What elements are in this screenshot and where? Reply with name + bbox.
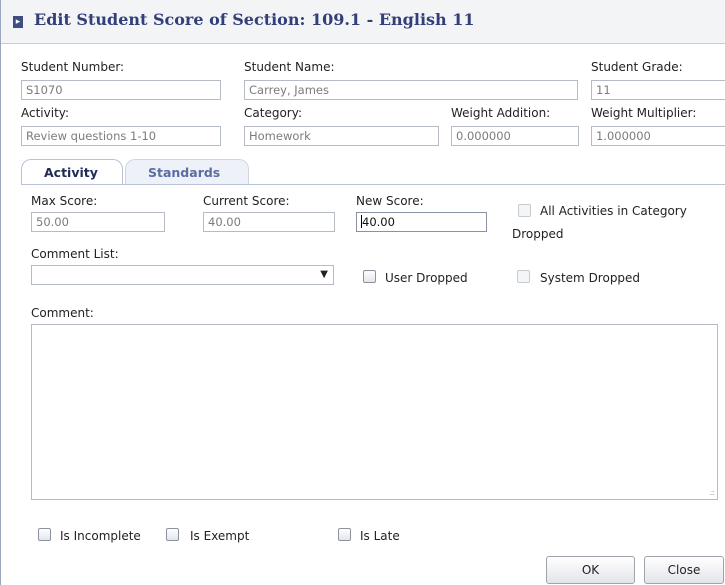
user-dropped-label: User Dropped xyxy=(385,271,468,285)
weight-addition-label: Weight Addition: xyxy=(451,106,551,120)
tab-strip: Activity Standards xyxy=(21,157,725,185)
system-dropped-label: System Dropped xyxy=(540,271,641,285)
user-dropped-checkbox[interactable] xyxy=(363,270,376,283)
comment-list-label: Comment List: xyxy=(31,247,119,261)
weight-multiplier-label: Weight Multiplier: xyxy=(591,106,697,120)
comment-label: Comment: xyxy=(31,306,94,320)
activity-label: Activity: xyxy=(21,106,70,120)
edit-score-dialog: ▸ Edit Student Score of Section: 109.1 -… xyxy=(0,0,725,585)
max-score-label: Max Score: xyxy=(31,194,98,208)
collapse-arrow-icon[interactable]: ▸ xyxy=(13,16,23,28)
is-late-label: Is Late xyxy=(360,529,400,543)
all-activities-dropped-checkbox[interactable] xyxy=(518,204,531,217)
student-grade-field: 11 xyxy=(591,80,725,100)
close-button[interactable]: Close xyxy=(644,556,724,584)
comment-textarea[interactable]: .:: xyxy=(31,324,718,500)
activity-field: Review questions 1-10 xyxy=(21,126,221,146)
dialog-title: Edit Student Score of Section: 109.1 - E… xyxy=(34,10,475,29)
tab-divider xyxy=(21,184,725,185)
new-score-input[interactable]: 40.00 xyxy=(356,212,487,232)
new-score-value: 40.00 xyxy=(362,215,395,229)
system-dropped-checkbox[interactable] xyxy=(517,270,530,283)
tab-activity[interactable]: Activity xyxy=(21,159,123,185)
all-activities-dropped-label-line2: Dropped xyxy=(512,227,564,241)
tab-standards[interactable]: Standards xyxy=(125,159,249,185)
current-score-label: Current Score: xyxy=(203,194,290,208)
ok-button[interactable]: OK xyxy=(546,556,635,584)
is-exempt-checkbox[interactable] xyxy=(166,528,179,541)
category-field: Homework xyxy=(244,126,439,146)
student-name-label: Student Name: xyxy=(244,60,335,74)
category-label: Category: xyxy=(244,106,302,120)
student-number-label: Student Number: xyxy=(21,60,125,74)
comment-list-select[interactable]: ▼ xyxy=(31,265,334,285)
is-incomplete-checkbox[interactable] xyxy=(38,528,51,541)
max-score-field: 50.00 xyxy=(31,212,165,232)
dropdown-arrow-icon[interactable]: ▼ xyxy=(320,269,328,280)
new-score-label: New Score: xyxy=(356,194,424,208)
student-name-field: Carrey, James xyxy=(244,80,578,100)
current-score-field: 40.00 xyxy=(203,212,335,232)
is-late-checkbox[interactable] xyxy=(338,528,351,541)
all-activities-dropped-label-line1: All Activities in Category xyxy=(540,204,687,218)
dialog-titlebar: ▸ Edit Student Score of Section: 109.1 -… xyxy=(1,0,725,44)
weight-multiplier-field: 1.000000 xyxy=(591,126,725,146)
weight-addition-field: 0.000000 xyxy=(451,126,579,146)
student-number-field: S1070 xyxy=(21,80,221,100)
resize-grip-icon[interactable]: .:: xyxy=(709,488,715,497)
is-exempt-label: Is Exempt xyxy=(190,529,250,543)
student-grade-label: Student Grade: xyxy=(591,60,683,74)
is-incomplete-label: Is Incomplete xyxy=(60,529,141,543)
